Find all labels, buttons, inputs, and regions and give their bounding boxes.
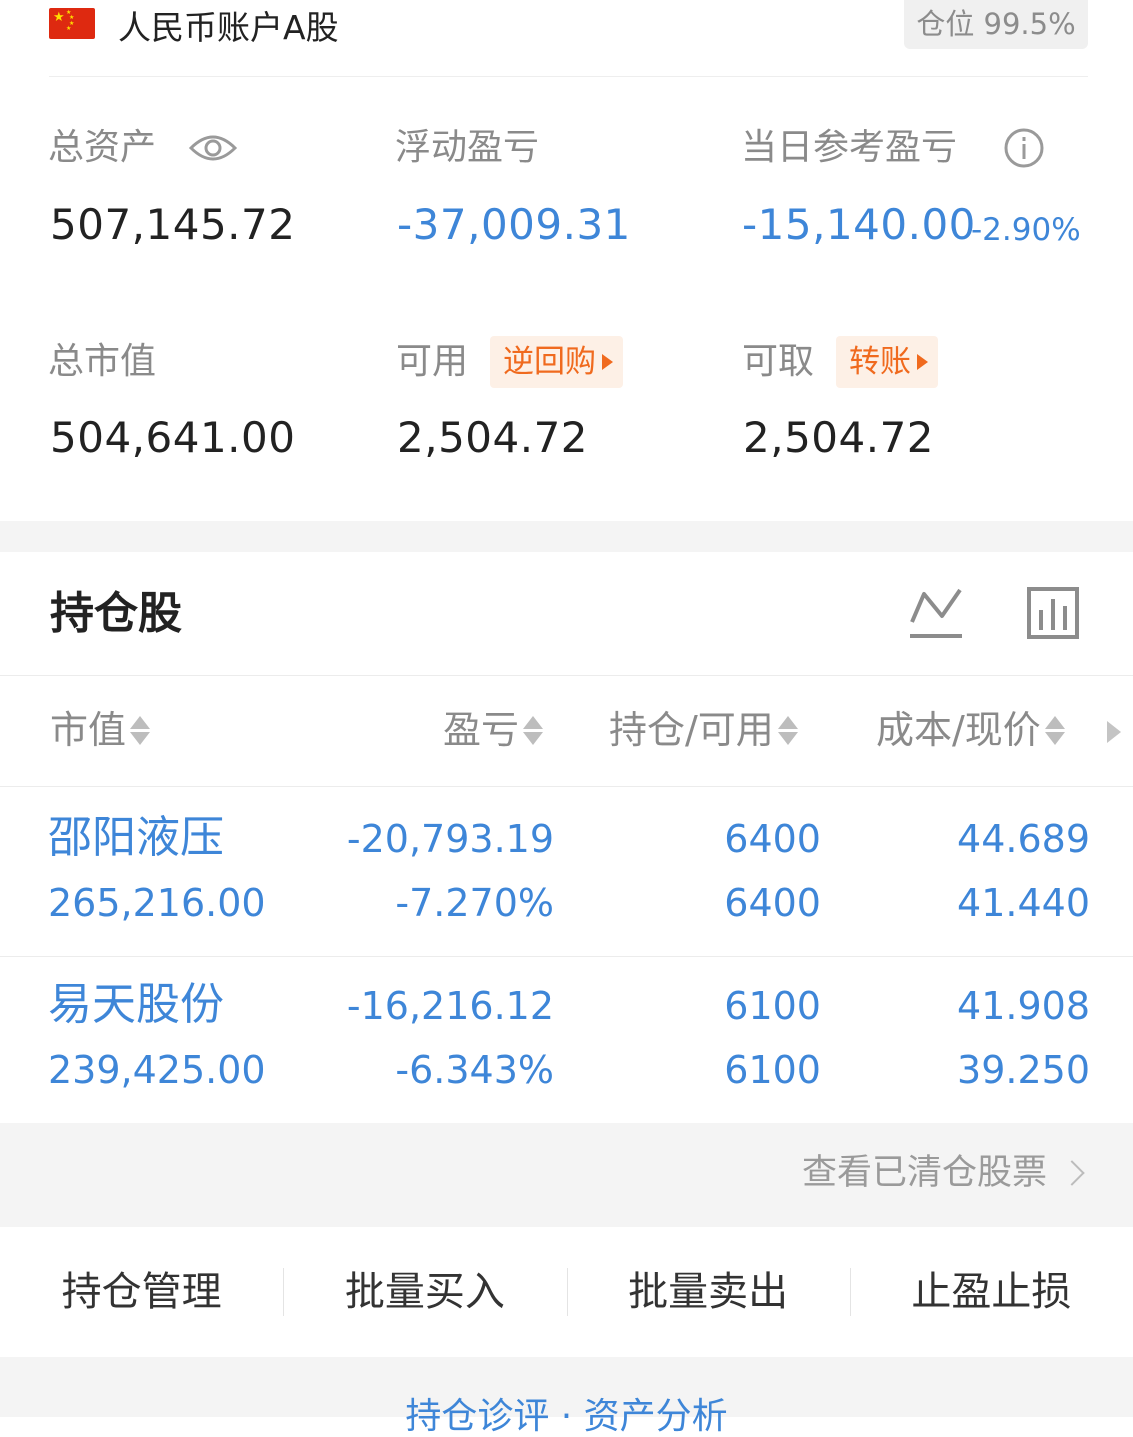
info-icon[interactable] xyxy=(1002,126,1046,174)
column-header-cost-price[interactable]: 成本/现价 xyxy=(876,705,1065,755)
view-cleared-stocks-link[interactable]: 查看已清仓股票 xyxy=(802,1150,1047,1196)
withdrawable-value: 2,504.72 xyxy=(743,413,935,462)
stock-market-value: 239,425.00 xyxy=(48,1048,266,1092)
withdrawable-label: 可取 xyxy=(742,341,815,382)
holdings-title: 持仓股 xyxy=(50,588,182,639)
transfer-button[interactable]: 转账 xyxy=(836,336,938,388)
batch-buy-button[interactable]: 批量买入 xyxy=(283,1227,566,1357)
available-value: 2,504.72 xyxy=(397,413,589,462)
column-header-pl[interactable]: 盈亏 xyxy=(443,705,544,755)
caret-right-icon xyxy=(917,354,928,370)
table-row[interactable]: 易天股份 239,425.00 -16,216.12 -6.343% 6100 … xyxy=(0,957,1133,1123)
take-profit-stop-loss-button[interactable]: 止盈止损 xyxy=(849,1227,1133,1357)
stock-price: 39.250 xyxy=(957,1048,1090,1092)
divider xyxy=(0,675,1133,676)
stock-pl: -20,793.19 xyxy=(346,817,554,861)
stock-name: 邵阳液压 xyxy=(48,812,224,863)
stock-position: 6100 xyxy=(724,984,821,1028)
daily-pl-value: -15,140.00 xyxy=(742,200,976,249)
section-separator xyxy=(0,521,1133,552)
column-header-market-value[interactable]: 市值 xyxy=(50,705,151,755)
transfer-label: 转账 xyxy=(849,344,911,380)
stock-cost: 41.908 xyxy=(957,984,1090,1028)
total-assets-value: 507,145.72 xyxy=(50,200,296,249)
caret-right-icon xyxy=(602,354,613,370)
stock-pl-percent: -7.270% xyxy=(395,881,554,925)
china-flag-icon: ★ ★ ★ ★ ★ xyxy=(49,8,95,39)
reverse-repo-label: 逆回购 xyxy=(503,344,596,380)
stock-price: 41.440 xyxy=(957,881,1090,925)
stock-name: 易天股份 xyxy=(48,979,224,1030)
reverse-repo-button[interactable]: 逆回购 xyxy=(490,336,623,388)
market-value-label: 总市值 xyxy=(48,341,157,382)
holdings-action-bar: 持仓管理 批量买入 批量卖出 止盈止损 xyxy=(0,1227,1133,1357)
sort-icon xyxy=(777,715,798,745)
sort-icon xyxy=(1044,715,1065,745)
sort-icon xyxy=(130,715,151,745)
table-row[interactable]: 邵阳液压 265,216.00 -20,793.19 -7.270% 6400 … xyxy=(0,787,1133,956)
stock-market-value: 265,216.00 xyxy=(48,881,266,925)
position-management-button[interactable]: 持仓管理 xyxy=(0,1227,283,1357)
bottom-links-partial[interactable]: 持仓诊评 · 资产分析 xyxy=(0,1397,1133,1437)
stock-position: 6400 xyxy=(724,817,821,861)
account-title[interactable]: 人民币账户A股 xyxy=(118,6,339,50)
scroll-right-icon[interactable] xyxy=(1107,721,1121,743)
stock-pl-percent: -6.343% xyxy=(395,1048,554,1092)
stock-available: 6400 xyxy=(724,881,821,925)
available-label: 可用 xyxy=(396,341,469,382)
market-value-value: 504,641.00 xyxy=(50,413,296,462)
stock-available: 6100 xyxy=(724,1048,821,1092)
stock-pl: -16,216.12 xyxy=(346,984,554,1028)
sort-icon xyxy=(523,715,544,745)
stock-cost: 44.689 xyxy=(957,817,1090,861)
position-ratio-badge: 仓位 99.5% xyxy=(904,0,1088,49)
divider xyxy=(49,76,1088,77)
daily-pl-percent: -2.90% xyxy=(971,212,1081,248)
column-header-position[interactable]: 持仓/可用 xyxy=(609,705,798,755)
floating-pl-label: 浮动盈亏 xyxy=(395,127,540,168)
daily-pl-label: 当日参考盈亏 xyxy=(741,127,958,168)
floating-pl-value: -37,009.31 xyxy=(397,200,631,249)
batch-sell-button[interactable]: 批量卖出 xyxy=(566,1227,850,1357)
bar-chart-icon[interactable] xyxy=(1026,586,1080,644)
total-assets-label: 总资产 xyxy=(48,127,157,168)
eye-icon[interactable] xyxy=(188,130,238,170)
line-chart-icon[interactable] xyxy=(908,586,964,646)
